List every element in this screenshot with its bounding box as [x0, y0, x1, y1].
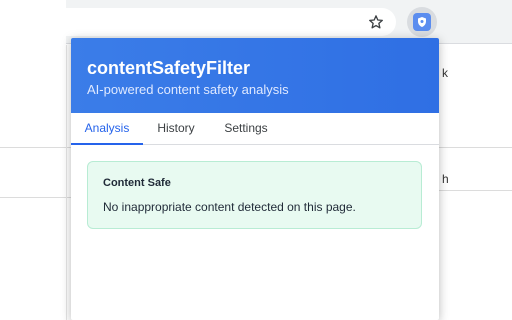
status-title: Content Safe [103, 177, 171, 189]
popup-subtitle: AI-powered content safety analysis [87, 82, 289, 97]
status-message: No inappropriate content detected on thi… [103, 200, 356, 214]
page-divider [439, 147, 512, 148]
star-icon [369, 15, 383, 29]
page-text-fragment: k [442, 66, 448, 80]
page-text-fragment: h [442, 172, 449, 186]
bookmark-star-button[interactable] [365, 11, 387, 33]
status-card: Content Safe No inappropriate content de… [87, 161, 422, 229]
tab-analysis[interactable]: Analysis [71, 113, 143, 145]
page-divider [0, 197, 71, 198]
page-divider [439, 190, 512, 191]
page-column-border [66, 45, 67, 320]
extension-button[interactable] [407, 7, 437, 37]
tab-history[interactable]: History [145, 113, 207, 145]
page-divider [0, 147, 71, 148]
popup-title: contentSafetyFilter [87, 58, 251, 78]
extension-popup: contentSafetyFilter AI-powered content s… [71, 38, 439, 320]
toolbar-left-area [0, 0, 66, 44]
address-bar[interactable] [66, 8, 396, 36]
tab-bar: Analysis History Settings [71, 113, 439, 145]
tab-settings[interactable]: Settings [213, 113, 279, 145]
shield-icon [413, 13, 431, 31]
popup-header: contentSafetyFilter AI-powered content s… [71, 38, 439, 113]
